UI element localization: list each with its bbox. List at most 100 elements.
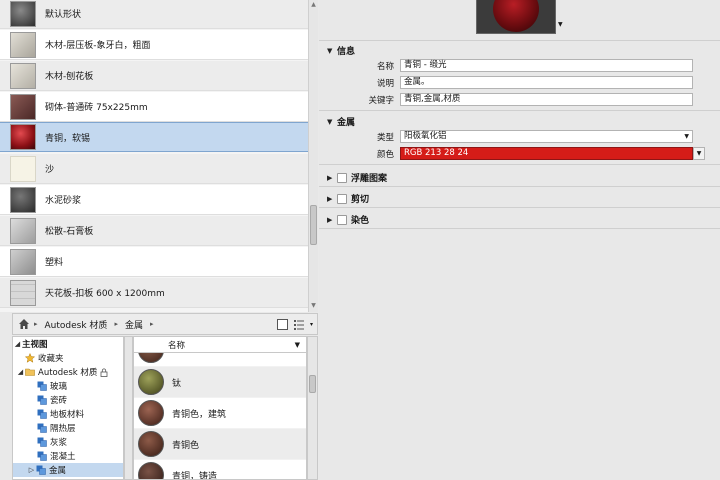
- tree-item-category[interactable]: 隔热层: [13, 421, 123, 435]
- section-divider: [319, 40, 720, 41]
- material-thumbnail: [10, 31, 36, 58]
- section-divider: [319, 164, 720, 165]
- material-preview[interactable]: [476, 0, 556, 34]
- material-editor-panel: ▼ ▼ 信息 名称 青铜 - 缎光 说明 金属。 关键字 青铜,金属,材质 ▼ …: [319, 0, 720, 480]
- material-thumbnail: [10, 0, 36, 27]
- material-row[interactable]: 砌体-普通砖 75x225mm: [0, 92, 308, 122]
- material-thumbnail: [10, 186, 36, 213]
- material-thumbnail: [10, 155, 36, 182]
- material-row[interactable]: 天花板-扣板 600 x 1200mm: [0, 278, 308, 308]
- scrollbar-thumb[interactable]: [309, 375, 316, 393]
- chevron-down-icon[interactable]: ▼: [684, 131, 689, 142]
- material-label: 木材-刨花板: [45, 72, 94, 82]
- material-row[interactable]: 默认形状: [0, 0, 308, 29]
- material-list-scrollbar[interactable]: [307, 336, 318, 480]
- tree-item-category[interactable]: 地板材料: [13, 407, 123, 421]
- section-header-relief-pattern[interactable]: ▶ 浮雕图案: [327, 171, 387, 184]
- material-row[interactable]: 塑料: [0, 247, 308, 277]
- breadcrumb-item[interactable]: Autodesk 材质: [41, 314, 112, 334]
- material-row[interactable]: 沙: [0, 154, 308, 184]
- tree-item-category[interactable]: 混凝土: [13, 449, 123, 463]
- collapse-icon[interactable]: ◢: [13, 340, 22, 348]
- material-list-scrollbar[interactable]: ▲ ▼: [308, 0, 318, 312]
- material-label: 青铜，软锡: [45, 133, 91, 144]
- color-label: 颜色: [376, 150, 394, 160]
- material-row[interactable]: 水泥砂浆: [0, 185, 308, 215]
- list-column-header[interactable]: 名称 ▼: [134, 337, 306, 353]
- preview-options-icon[interactable]: ▼: [558, 21, 563, 28]
- scrollbar-thumb[interactable]: [310, 205, 317, 245]
- tree-scrollbar[interactable]: [124, 336, 133, 480]
- column-name-header[interactable]: 名称: [168, 339, 185, 351]
- keywords-field[interactable]: 青铜,金属,材质: [400, 93, 693, 106]
- list-item[interactable]: 钛: [134, 367, 306, 397]
- material-thumbnail: [10, 62, 36, 89]
- material-label: 沙: [45, 165, 55, 175]
- color-options-icon[interactable]: ▼: [693, 147, 705, 160]
- scroll-down-icon[interactable]: ▼: [310, 302, 317, 310]
- cutouts-checkbox[interactable]: [337, 193, 347, 204]
- home-icon[interactable]: [17, 317, 31, 331]
- material-row[interactable]: 木材-层压板-象牙白，粗面: [0, 30, 308, 60]
- expand-icon[interactable]: ▷: [27, 466, 36, 474]
- chevron-right-icon[interactable]: ▸: [111, 320, 121, 328]
- sort-down-icon[interactable]: ▼: [295, 341, 300, 349]
- chevron-down-icon[interactable]: ▾: [310, 321, 313, 328]
- tree-item-autodesk-materials[interactable]: ◢ Autodesk 材质: [13, 365, 123, 379]
- section-divider: [319, 207, 720, 208]
- material-thumbnail: [10, 248, 36, 275]
- tree-item-category[interactable]: 灰浆: [13, 435, 123, 449]
- view-options-icon[interactable]: [293, 318, 306, 331]
- section-divider: [319, 228, 720, 229]
- list-item-partial[interactable]: [134, 353, 306, 366]
- material-sphere-thumbnail: [138, 369, 164, 395]
- tree-item-favorites[interactable]: 收藏夹: [13, 351, 123, 365]
- tree-item-category[interactable]: 瓷砖: [13, 393, 123, 407]
- chevron-right-icon[interactable]: ▸: [31, 320, 41, 328]
- material-category-icon: [37, 395, 47, 405]
- tree-item-category[interactable]: 玻璃: [13, 379, 123, 393]
- list-item[interactable]: 青铜色，建筑: [134, 398, 306, 428]
- tree-root[interactable]: ◢ 主视图: [13, 337, 123, 351]
- preview-sphere: [493, 0, 539, 32]
- type-select[interactable]: 阳极氧化铝 ▼: [400, 130, 693, 143]
- collapse-icon[interactable]: ▼: [327, 118, 337, 126]
- library-material-list: 名称 ▼ 钛 青铜色，建筑 青铜色 青铜，铸造: [133, 336, 307, 480]
- list-item[interactable]: 青铜，铸造: [134, 460, 306, 479]
- section-title: 浮雕图案: [351, 174, 388, 184]
- section-header-cutouts[interactable]: ▶ 剪切: [327, 192, 369, 205]
- section-header-tint[interactable]: ▶ 染色: [327, 213, 369, 226]
- section-header-metal[interactable]: ▼ 金属: [327, 115, 355, 129]
- panel-toggle-icon[interactable]: [276, 318, 289, 331]
- section-header-info[interactable]: ▼ 信息: [327, 44, 355, 58]
- relief-pattern-checkbox[interactable]: [337, 172, 347, 183]
- material-row[interactable]: 木材-刨花板: [0, 61, 308, 91]
- material-row[interactable]: 松散-石膏板: [0, 216, 308, 246]
- list-item[interactable]: 青铜色: [134, 429, 306, 459]
- material-category-icon: [37, 381, 47, 391]
- breadcrumb-item[interactable]: 金属: [121, 314, 147, 334]
- tree-item-label: 灰浆: [50, 438, 68, 448]
- color-swatch-field[interactable]: RGB 213 28 24: [400, 147, 693, 160]
- tree-item-label: 混凝土: [50, 452, 76, 462]
- expand-icon[interactable]: ▶: [327, 216, 337, 224]
- collapse-icon[interactable]: ▼: [327, 47, 337, 55]
- description-field[interactable]: 金属。: [400, 76, 693, 89]
- expand-icon[interactable]: ▶: [327, 195, 337, 203]
- expand-icon[interactable]: ▶: [327, 174, 337, 182]
- tree-item-label: 瓷砖: [50, 396, 68, 406]
- material-label: 水泥砂浆: [45, 196, 82, 206]
- section-divider: [319, 110, 720, 111]
- description-label: 说明: [376, 79, 394, 89]
- material-row-selected[interactable]: 青铜，软锡: [0, 122, 308, 152]
- tree-item-category-selected[interactable]: ▷ 金属: [13, 463, 123, 477]
- star-icon: [25, 353, 35, 363]
- tint-checkbox[interactable]: [337, 214, 347, 225]
- material-thumbnail: [10, 279, 36, 306]
- material-label: 松散-石膏板: [45, 227, 94, 237]
- scroll-up-icon[interactable]: ▲: [310, 1, 317, 9]
- chevron-right-icon[interactable]: ▸: [147, 320, 157, 328]
- material-label: 天花板-扣板 600 x 1200mm: [45, 289, 165, 299]
- collapse-icon[interactable]: ◢: [16, 368, 25, 376]
- name-field[interactable]: 青铜 - 缎光: [400, 59, 693, 72]
